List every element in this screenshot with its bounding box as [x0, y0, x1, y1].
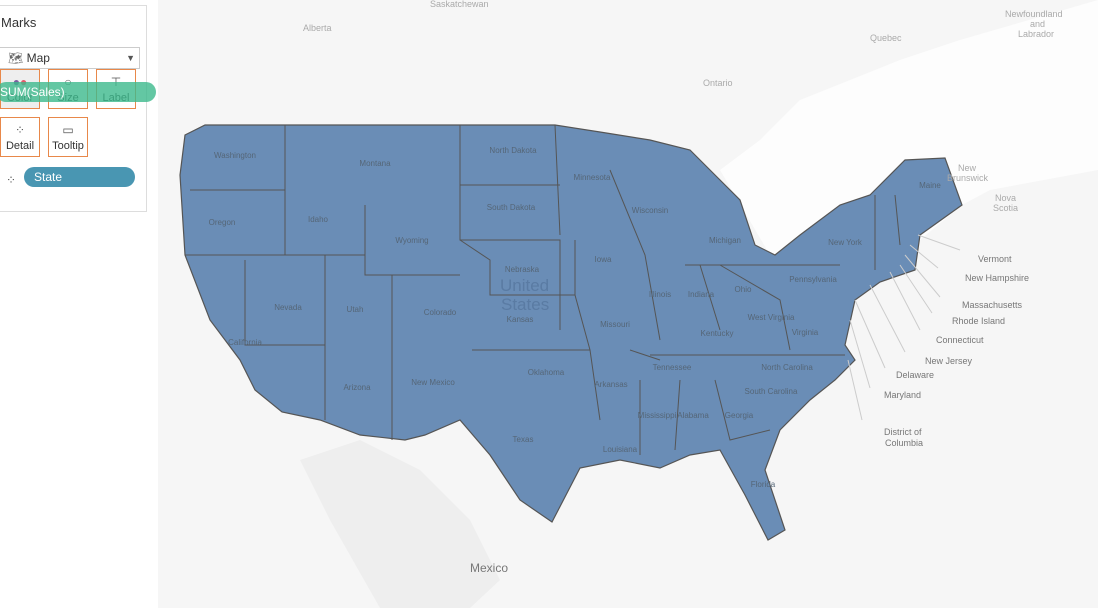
label-mexico: Mexico — [470, 561, 508, 575]
state-label-kansas: Kansas — [507, 315, 534, 324]
label-states: States — [501, 295, 549, 314]
label-united: United — [500, 276, 549, 295]
state-label-texas: Texas — [513, 435, 534, 444]
label-new-brunswick: New — [958, 163, 977, 173]
tooltip-icon: ▭ — [62, 123, 74, 137]
label-newfoundland: Newfoundland — [1005, 9, 1063, 19]
state-label-ohio: Ohio — [735, 285, 752, 294]
marks-title: Marks — [1, 15, 37, 30]
detail-icon: ⁘ — [14, 123, 26, 137]
state-label-colorado: Colorado — [424, 308, 457, 317]
state-label-wisconsin: Wisconsin — [632, 206, 668, 215]
state-label-tennessee: Tennessee — [653, 363, 692, 372]
callout-massachusetts: Massachusetts — [962, 300, 1023, 310]
state-label-nevada: Nevada — [274, 303, 302, 312]
state-label-oregon: Oregon — [209, 218, 236, 227]
label-brunswick: Brunswick — [947, 173, 989, 183]
label-nova: Nova — [995, 193, 1016, 203]
state-pill[interactable]: State — [24, 167, 135, 187]
state-label-illinois: Illinois — [649, 290, 671, 299]
state-label-nebraska: Nebraska — [505, 265, 540, 274]
state-label-indiana: Indiana — [688, 290, 715, 299]
state-label-wyoming: Wyoming — [395, 236, 428, 245]
detail-label: Detail — [5, 140, 35, 152]
label-alberta: Alberta — [303, 23, 332, 33]
state-label-south-carolina: South Carolina — [745, 387, 798, 396]
label-and: and — [1030, 19, 1045, 29]
map-view[interactable]: Saskatchewan Alberta Quebec Newfoundland… — [158, 0, 1098, 608]
state-label-iowa: Iowa — [595, 255, 612, 264]
mark-type-dropdown[interactable]: 🗺 Map ▼ — [0, 47, 140, 69]
chevron-down-icon[interactable]: ▼ — [126, 48, 135, 68]
detail-button[interactable]: ⁘ Detail — [0, 117, 40, 157]
state-label-oklahoma: Oklahoma — [528, 368, 565, 377]
state-label-michigan: Michigan — [709, 236, 741, 245]
state-label-pennsylvania: Pennsylvania — [789, 275, 837, 284]
state-label-louisiana: Louisiana — [603, 445, 638, 454]
state-label-florida: Florida — [751, 480, 776, 489]
state-label-utah: Utah — [347, 305, 364, 314]
state-label-kentucky: Kentucky — [701, 329, 734, 338]
callout-columbia: Columbia — [885, 438, 923, 448]
state-label-new-york: New York — [828, 238, 863, 247]
state-label-california: California — [228, 338, 262, 347]
mexico-land — [300, 440, 500, 608]
state-label-west-virginia: West Virginia — [748, 313, 795, 322]
tooltip-button[interactable]: ▭ Tooltip — [48, 117, 88, 157]
state-label-south-dakota: South Dakota — [487, 203, 536, 212]
state-label-new-mexico: New Mexico — [411, 378, 455, 387]
label-labrador: Labrador — [1018, 29, 1054, 39]
callout-connecticut: Connecticut — [936, 335, 984, 345]
state-label-mississippi: Mississippi — [638, 411, 677, 420]
map-svg[interactable]: Saskatchewan Alberta Quebec Newfoundland… — [158, 0, 1098, 608]
state-label-idaho: Idaho — [308, 215, 329, 224]
detail-icon: ⁘ — [6, 173, 17, 187]
state-label-minnesota: Minnesota — [574, 173, 611, 182]
callout-district-of: District of — [884, 427, 922, 437]
callout-vermont: Vermont — [978, 254, 1012, 264]
label-ontario: Ontario — [703, 78, 733, 88]
callout-delaware: Delaware — [896, 370, 934, 380]
state-label-north-dakota: North Dakota — [489, 146, 537, 155]
mark-type-value: Map — [26, 51, 50, 65]
callout-new-jersey: New Jersey — [925, 356, 973, 366]
state-label-arizona: Arizona — [343, 383, 371, 392]
state-label-virginia: Virginia — [792, 328, 819, 337]
map-icon: 🗺 — [8, 51, 24, 65]
state-label-alabama: Alabama — [677, 411, 709, 420]
sum-sales-dragging-pill[interactable]: SUM(Sales) — [0, 82, 156, 102]
callout-new-hampshire: New Hampshire — [965, 273, 1029, 283]
state-label-washington: Washington — [214, 151, 256, 160]
callout-maryland: Maryland — [884, 390, 921, 400]
callout-rhode-island: Rhode Island — [952, 316, 1005, 326]
tooltip-label: Tooltip — [52, 140, 84, 152]
state-label-montana: Montana — [359, 159, 391, 168]
state-label-north-carolina: North Carolina — [761, 363, 813, 372]
state-label-arkansas: Arkansas — [594, 380, 627, 389]
state-label-maine: Maine — [919, 181, 941, 190]
label-quebec: Quebec — [870, 33, 902, 43]
state-label-missouri: Missouri — [600, 320, 630, 329]
label-saskatchewan: Saskatchewan — [430, 0, 489, 9]
state-label-georgia: Georgia — [725, 411, 754, 420]
label-scotia: Scotia — [993, 203, 1018, 213]
